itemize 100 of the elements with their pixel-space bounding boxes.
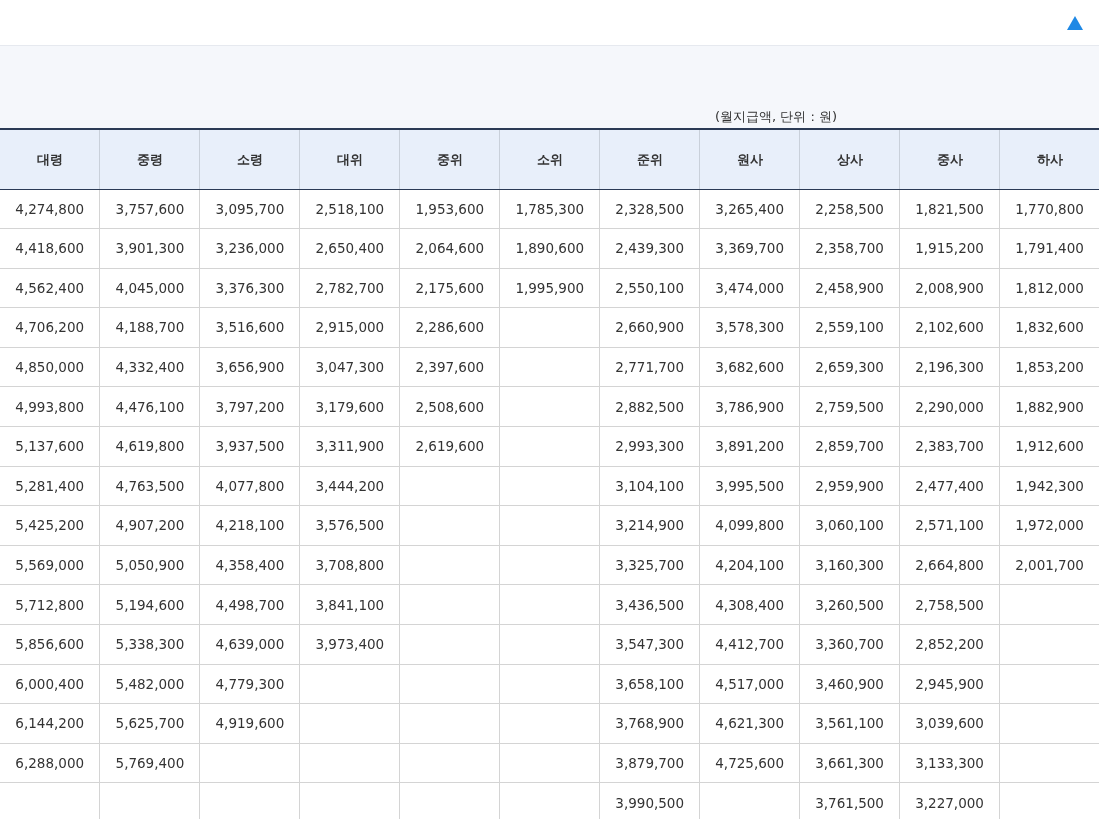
table-cell-text: 2,477,400 [915,476,984,496]
table-cell-text: 2,383,700 [915,437,984,457]
table-cell-text: 3,757,600 [115,199,185,219]
table-cell-text: 5,137,600 [15,437,85,457]
table-cell-text: 2,175,600 [415,278,485,298]
table-cell-text: 4,779,300 [215,674,285,694]
table-cell-text: 4,907,200 [115,516,185,536]
table-cell-text: 5,482,000 [115,674,185,694]
table-cell-text: 6,288,000 [15,754,85,773]
table-cell-text: 3,039,600 [915,714,984,734]
table-cell-text: 4,706,200 [15,318,85,338]
table-cell-text: 2,008,900 [915,278,984,298]
table-cell-text: 3,661,300 [815,754,884,773]
table-cell-text: 4,188,700 [115,318,185,338]
table-cell-text: 6,000,400 [15,674,85,694]
table-cell-text: 2,659,300 [815,358,884,378]
table-cell-text: 3,047,300 [315,358,385,378]
table-cell-text: 4,621,300 [715,714,784,734]
table-cell-text: 2,286,600 [415,318,485,338]
table-cell-text: 2,619,600 [415,437,485,457]
table-cell-text: 2,518,100 [315,199,385,219]
table-cell-text: 2,397,600 [415,358,485,378]
table-cell-text: 1,853,200 [1015,358,1084,378]
table-cell-text: 4,725,600 [715,754,784,773]
table-cell-text: 2,064,600 [415,239,485,259]
table-cell-text: 2,759,500 [815,397,884,417]
table-cell-text: 2,328,500 [615,199,685,219]
table-cell-text: 3,891,200 [715,437,784,457]
table-cell-text: 1,915,200 [915,239,984,259]
table-cell-text: 1,812,000 [1015,278,1084,298]
column-header: 대위 [299,129,400,189]
table-cell-text: 4,850,000 [15,358,85,378]
table-cell-text: 3,656,900 [215,358,285,378]
table-cell-text: 1,770,800 [1015,199,1084,219]
table-cell-text: 3,547,300 [615,635,685,655]
table-cell-text: 3,160,300 [815,556,884,575]
table-cell-text: 3,236,000 [215,239,285,259]
table-cell-text: 1,972,000 [1015,516,1084,536]
table-cell-text: 3,369,700 [715,239,784,259]
column-header: 대령 [0,129,100,189]
table-cell-text: 3,658,100 [615,674,685,694]
table-cell-text: 5,194,600 [115,595,185,615]
table-cell-text: 2,882,500 [615,397,685,417]
table-cell-text: 3,708,800 [315,556,385,575]
table-cell-text: 1,882,900 [1015,397,1084,417]
table-cell-text: 5,856,600 [15,635,85,655]
table-cell-text: 3,179,600 [315,397,385,417]
table-cell-text: 1,942,300 [1015,476,1084,496]
table-cell-text: 5,425,200 [15,516,85,536]
table-cell-text: 3,901,300 [115,239,185,259]
table-cell-text: 3,516,600 [215,318,285,338]
table-cell-text: 4,418,600 [15,239,85,259]
table-cell-text: 1,890,600 [515,239,585,259]
table-cell-text: 5,050,900 [115,556,185,575]
table-cell-text: 3,682,600 [715,358,784,378]
table-cell-text: 4,639,000 [215,635,285,655]
table-cell-text: 3,578,300 [715,318,784,338]
table-cell-text: 5,569,000 [15,556,85,575]
table-cell-text: 5,769,400 [115,754,185,773]
table-cell-text: 3,768,900 [615,714,685,734]
table-cell-text: 2,458,900 [815,278,884,298]
table-cell-text: 3,214,900 [615,516,685,536]
table-cell-text: 3,360,700 [815,635,884,655]
table-cell-text: 3,995,500 [715,476,784,496]
table-cell-text: 4,517,000 [715,674,784,694]
table-cell-text: 1,791,400 [1015,239,1084,259]
unit-caption: (월지급액, 단위 : 원) [714,107,837,126]
table-cell-text: 3,879,700 [615,754,685,773]
table-cell-text: 3,474,000 [715,278,784,298]
table-cell-text: 1,912,600 [1015,437,1084,457]
table-cell-text: 2,859,700 [815,437,884,457]
table-cell-text: 1,785,300 [515,199,585,219]
table-cell-text: 3,797,200 [215,397,285,417]
column-header: 소위 [499,129,600,189]
table-cell-text: 2,196,300 [915,358,984,378]
table-cell-text: 4,358,400 [215,556,285,575]
table-cell-text: 3,460,900 [815,674,884,694]
table-cell-text: 3,325,700 [615,556,685,575]
column-header: 중사 [899,129,1000,189]
table-cell-text: 2,550,100 [615,278,685,298]
table-cell-text: 5,338,300 [115,635,185,655]
table-cell-text: 3,376,300 [215,278,285,298]
table-cell-text: 2,102,600 [915,318,984,338]
table-cell-text: 2,660,900 [615,318,685,338]
table-cell-text: 4,919,600 [215,714,285,734]
table-cell-text: 2,993,300 [615,437,685,457]
triangle-up-icon[interactable] [1067,15,1083,30]
table-cell-text: 1,995,900 [515,278,585,298]
table-cell-text: 2,852,200 [915,635,984,655]
table-cell-text: 3,786,900 [715,397,784,417]
table-cell-text: 2,358,700 [815,239,884,259]
column-header: 중령 [99,129,200,189]
table-cell-text: 2,959,900 [815,476,884,496]
column-header: 준위 [599,129,700,189]
table-cell-text: 2,915,000 [315,318,385,338]
table-cell-text: 4,077,800 [215,476,285,496]
table-cell-text: 3,576,500 [315,516,385,536]
table-cell-text: 4,498,700 [215,595,285,615]
column-header: 하사 [999,129,1099,189]
table-cell-text: 3,436,500 [615,595,685,615]
